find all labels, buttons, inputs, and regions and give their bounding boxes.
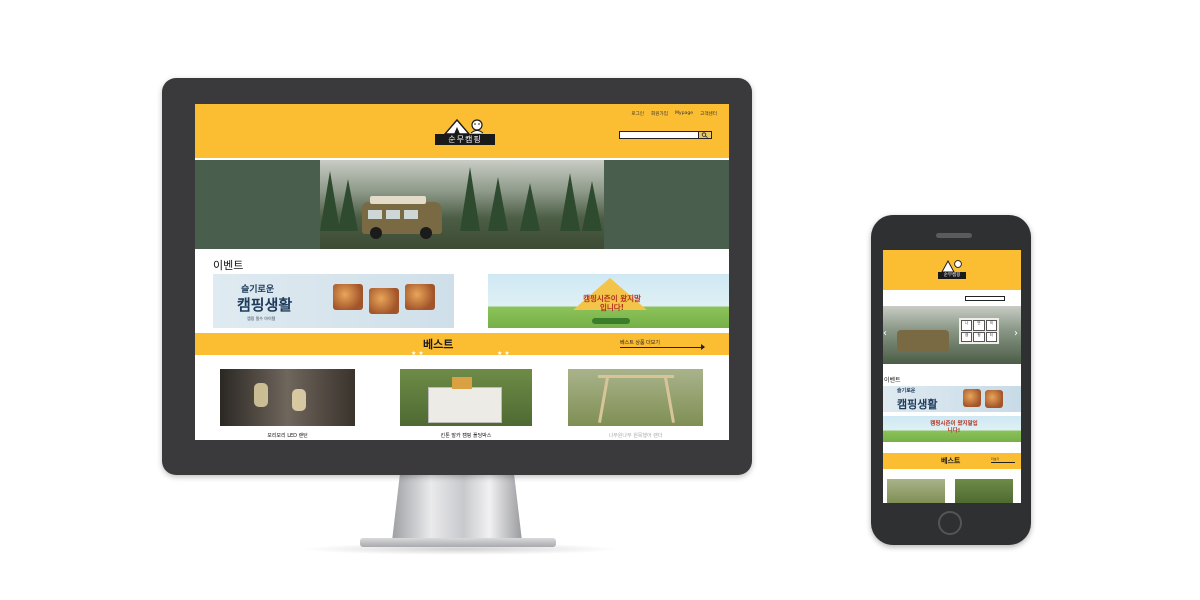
best-section-title: 베스트 [423, 338, 454, 351]
banner1-big-text: 캠핑생활 [237, 296, 293, 314]
nav-support-link[interactable]: 고객센터 [700, 111, 717, 117]
product-image-folding-box[interactable] [400, 369, 532, 426]
tent-logo-icon [941, 259, 962, 272]
top-nav: 로그인 회원가입 Mypage 고객센터 [631, 111, 717, 117]
mobile-event-banner-camping-life[interactable]: 슬기로운 캠핑생활 [883, 386, 1021, 412]
best-more-link[interactable]: 베스트 상품 더보기 [620, 339, 660, 346]
star-icon: ★ ★ [497, 350, 510, 357]
mobile-event-title: 이벤트 [884, 377, 901, 384]
camper-van-image [897, 330, 949, 352]
mobile-banner1-small: 슬기로운 [897, 388, 916, 394]
product-image-wood-hanger[interactable] [568, 369, 703, 426]
product-image-lantern[interactable] [220, 369, 355, 426]
mobile-best-title: 베스트 [941, 457, 961, 465]
chevron-left-icon[interactable]: ‹ [883, 328, 887, 339]
mobile-best-more-link[interactable]: 더보기 [991, 457, 999, 461]
site-logo[interactable]: 순무캠핑 [435, 118, 495, 146]
mobile-hero-image[interactable]: 나만의 캠핑터 [883, 306, 1021, 364]
mobile-banner2-text: 캠핑시즌이 왔지말입니다! [930, 421, 978, 434]
product-name[interactable]: 모리모리 LED 랜턴 [220, 432, 355, 439]
nav-signup-link[interactable]: 회원가입 [651, 111, 668, 117]
banner2-text: 캠핑시즌이 왔지말입니다! [583, 294, 641, 312]
banner2-badge [592, 318, 630, 324]
chevron-right-icon[interactable]: › [1014, 328, 1018, 339]
monitor-stand-neck [392, 475, 522, 541]
hero-image[interactable] [320, 160, 604, 249]
search-button[interactable] [698, 131, 712, 139]
nav-login-link[interactable]: 로그인 [631, 111, 644, 117]
mobile-search-input[interactable] [965, 296, 1005, 301]
event-section-title: 이벤트 [213, 259, 244, 272]
mobile-screen: 순무캠핑 나만의 캠핑터 ‹ › 이벤트 슬기로운 캠핑생활 캠핑시즌이 왔지말… [883, 250, 1021, 503]
logo-text: 순무캠핑 [435, 134, 495, 145]
mobile-product-image-box[interactable] [955, 479, 1013, 503]
arrow-line [620, 347, 704, 348]
event-banner-camping-season[interactable]: 캠핑시즌이 왔지말입니다! [488, 274, 729, 328]
mobile-hero-sign: 나만의 캠핑터 [959, 318, 999, 344]
banner1-sub-text: 캠핑 필수 아이템 [247, 316, 276, 321]
mobile-event-banner-camping-season[interactable]: 캠핑시즌이 왔지말입니다! [883, 416, 1021, 442]
monitor-stand-base [360, 538, 556, 547]
search-icon [701, 132, 708, 138]
phone-speaker [936, 233, 972, 238]
mobile-logo-text[interactable]: 순무캠핑 [938, 272, 966, 279]
desktop-screen: 순무캠핑 로그인 회원가입 Mypage 고객센터 이벤트 슬기로운 캠핑생활 [195, 104, 729, 440]
phone-home-button[interactable] [938, 511, 962, 535]
mobile-banner1-text: 캠핑생활 [897, 398, 938, 411]
product-name[interactable]: 킨톤 말카 캠핑 폴딩박스 [400, 432, 532, 439]
arrow-line [991, 462, 1015, 463]
star-icon: ★ ★ [411, 350, 424, 357]
product-name[interactable]: 나무원나무 원목행어 랜더 [568, 432, 703, 439]
mobile-product-image-hanger[interactable] [887, 479, 945, 503]
nav-mypage-link[interactable]: Mypage [675, 111, 693, 117]
tent-logo-icon [444, 118, 484, 134]
camper-van-image [362, 196, 442, 239]
event-banner-camping-life[interactable]: 슬기로운 캠핑생활 캠핑 필수 아이템 [213, 274, 454, 328]
arrow-right-icon [701, 344, 705, 350]
